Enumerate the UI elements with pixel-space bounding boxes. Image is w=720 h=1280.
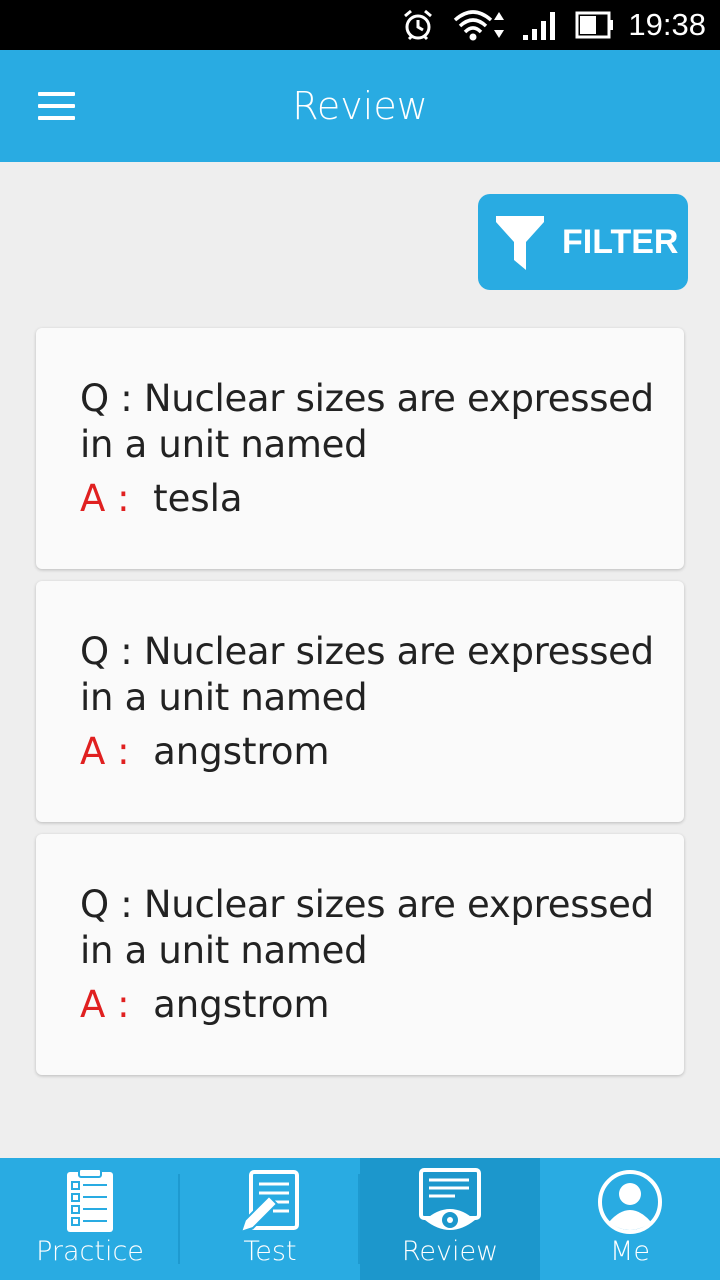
question-body: Nuclear sizes are expressed in a unit na…	[80, 883, 654, 972]
question-body: Nuclear sizes are expressed in a unit na…	[80, 630, 654, 719]
question-prefix: Q :	[80, 630, 133, 673]
question-body: Nuclear sizes are expressed in a unit na…	[80, 377, 654, 466]
filter-label: FILTER	[562, 223, 679, 261]
review-card[interactable]: Q : Nuclear sizes are expressed in a uni…	[36, 581, 684, 822]
tab-review-label: Review	[401, 1236, 499, 1267]
app-bar: Review	[0, 50, 720, 162]
battery-icon	[574, 0, 616, 50]
question-text: Q : Nuclear sizes are expressed in a uni…	[80, 629, 654, 721]
answer-text: angstrom	[153, 730, 330, 773]
hamburger-menu-icon[interactable]	[28, 84, 84, 128]
tab-me-label: Me	[610, 1236, 650, 1267]
answer-prefix: A :	[80, 983, 130, 1026]
page-title: Review	[292, 84, 428, 128]
answer-line: A : tesla	[80, 476, 654, 522]
answer-line: A : angstrom	[80, 729, 654, 775]
answer-text: tesla	[153, 477, 243, 520]
question-prefix: Q :	[80, 377, 133, 420]
status-bar: 19:38	[0, 0, 720, 50]
status-time: 19:38	[628, 7, 706, 42]
answer-line: A : angstrom	[80, 982, 654, 1028]
review-list: Q : Nuclear sizes are expressed in a uni…	[36, 328, 684, 1087]
tab-me[interactable]: Me	[540, 1158, 720, 1280]
bottom-nav: Practice Test Review Me	[0, 1158, 720, 1280]
review-eye-icon	[419, 1168, 481, 1230]
question-prefix: Q :	[80, 883, 133, 926]
tab-practice-label: Practice	[36, 1236, 144, 1267]
checklist-icon	[67, 1168, 113, 1232]
answer-text: angstrom	[153, 983, 330, 1026]
question-text: Q : Nuclear sizes are expressed in a uni…	[80, 882, 654, 974]
filter-button[interactable]: FILTER	[478, 194, 688, 290]
answer-prefix: A :	[80, 477, 130, 520]
answer-prefix: A :	[80, 730, 130, 773]
funnel-icon	[496, 216, 544, 270]
review-card[interactable]: Q : Nuclear sizes are expressed in a uni…	[36, 834, 684, 1075]
tab-practice[interactable]: Practice	[0, 1158, 180, 1280]
profile-icon	[598, 1170, 662, 1234]
question-text: Q : Nuclear sizes are expressed in a uni…	[80, 376, 654, 468]
signal-icon	[520, 0, 560, 50]
tab-test-label: Test	[243, 1236, 297, 1267]
wifi-icon	[450, 0, 512, 50]
test-pencil-icon	[239, 1170, 299, 1234]
alarm-icon	[398, 0, 438, 50]
review-card[interactable]: Q : Nuclear sizes are expressed in a uni…	[36, 328, 684, 569]
tab-review[interactable]: Review	[360, 1158, 540, 1280]
tab-test[interactable]: Test	[180, 1158, 360, 1280]
